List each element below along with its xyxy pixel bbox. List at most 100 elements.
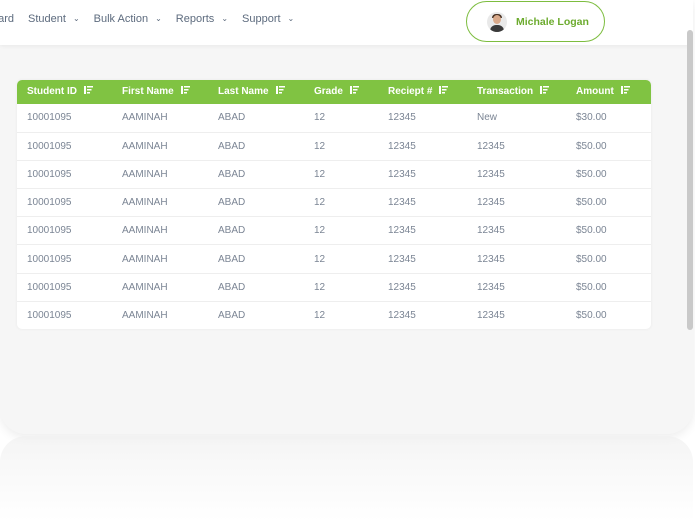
table-cell-grade: 12: [314, 253, 326, 265]
table-cell-last-name: ABAD: [218, 112, 246, 124]
column-header-transaction[interactable]: Transaction: [467, 80, 566, 104]
nav-item-support[interactable]: Support ⌄: [242, 13, 294, 25]
column-header-label: Student ID: [27, 86, 77, 98]
chevron-down-icon: ⌄: [155, 14, 162, 23]
table-body: 10001095 AAMINAH ABAD 12 12345 New $30.00 10001…: [17, 104, 651, 329]
chevron-down-icon: ⌄: [287, 14, 295, 23]
window-reflection: [0, 436, 693, 521]
nav-item-label: Reports: [175, 13, 215, 25]
table-row[interactable]: 10001095 AAMINAH ABAD 12 12345 12345 $50.00: [17, 301, 651, 329]
table-cell-amount: $50.00: [576, 310, 607, 322]
column-header-label: Transaction: [477, 86, 534, 98]
nav-item-label: Student: [28, 13, 66, 25]
chevron-down-icon: ⌄: [72, 14, 80, 23]
table-cell-last-name: ABAD: [218, 197, 246, 209]
table-cell-amount: $50.00: [576, 168, 607, 180]
table-row[interactable]: 10001095 AAMINAH ABAD 12 12345 12345 $50.00: [17, 245, 651, 274]
sort-icon[interactable]: [84, 86, 93, 97]
table-cell-student-id: 10001095: [27, 253, 72, 265]
table-cell-receipt: 12345: [388, 140, 416, 152]
nav-item-label: Support: [242, 13, 281, 25]
nav-item-dashboard[interactable]: oard: [0, 13, 14, 25]
table-cell-last-name: ABAD: [218, 225, 246, 237]
column-header-grade[interactable]: Grade: [304, 80, 378, 104]
avatar: [487, 11, 507, 32]
table-row[interactable]: 10001095 AAMINAH ABAD 12 12345 New $30.00: [17, 104, 651, 133]
table-row[interactable]: 10001095 AAMINAH ABAD 12 12345 12345 $50.00: [17, 189, 651, 217]
column-header-first-name[interactable]: First Name: [112, 80, 208, 104]
app-window: oard Student ⌄ Bulk Action ⌄ Reports ⌄ S…: [0, 0, 693, 434]
table-cell-grade: 12: [314, 197, 326, 209]
sort-icon[interactable]: [439, 86, 449, 97]
nav-item-label: Bulk Action: [93, 13, 149, 25]
table-row[interactable]: 10001095 AAMINAH ABAD 12 12345 12345 $50.00: [17, 160, 651, 189]
sort-icon[interactable]: [620, 86, 630, 97]
transactions-table-card: Student ID First Name Last Name Grade Reciep…: [17, 80, 651, 329]
nav-item-bulk-action[interactable]: Bulk Action ⌄: [94, 13, 162, 25]
table-cell-receipt: 12345: [388, 112, 416, 124]
table-cell-grade: 12: [314, 168, 326, 180]
column-header-label: Amount: [576, 86, 614, 98]
table-cell-grade: 12: [314, 310, 326, 322]
table-cell-student-id: 10001095: [27, 225, 72, 237]
column-header-label: Grade: [314, 86, 343, 98]
table-cell-student-id: 10001095: [27, 168, 72, 180]
table-cell-transaction: 12345: [477, 253, 505, 265]
table-cell-student-id: 10001095: [27, 112, 72, 124]
nav-item-reports[interactable]: Reports ⌄: [176, 13, 228, 25]
column-header-student-id[interactable]: Student ID: [17, 80, 112, 104]
table-cell-last-name: ABAD: [218, 310, 246, 322]
column-header-label: First Name: [122, 86, 174, 98]
table-cell-receipt: 12345: [388, 281, 416, 293]
table-cell-amount: $50.00: [576, 253, 607, 265]
table-cell-transaction: 12345: [477, 225, 505, 237]
table-cell-student-id: 10001095: [27, 281, 72, 293]
table-cell-student-id: 10001095: [27, 197, 72, 209]
table-cell-first-name: AAMINAH: [122, 112, 168, 124]
table-cell-first-name: AAMINAH: [122, 281, 168, 293]
table-cell-first-name: AAMINAH: [122, 225, 168, 237]
table-cell-amount: $50.00: [576, 140, 607, 152]
table-cell-amount: $50.00: [576, 225, 607, 237]
table-cell-first-name: AAMINAH: [122, 197, 168, 209]
vertical-scrollbar[interactable]: [687, 30, 693, 330]
column-header-amount[interactable]: Amount: [566, 80, 651, 104]
table-cell-receipt: 12345: [388, 225, 416, 237]
column-header-last-name[interactable]: Last Name: [208, 80, 304, 104]
column-header-label: Reciept #: [388, 86, 433, 98]
table-cell-last-name: ABAD: [218, 168, 246, 180]
table-cell-transaction: New: [477, 112, 498, 124]
sort-icon[interactable]: [349, 86, 359, 97]
table-cell-last-name: ABAD: [218, 140, 246, 152]
table-cell-last-name: ABAD: [218, 281, 246, 293]
table-cell-first-name: AAMINAH: [122, 140, 168, 152]
table-cell-transaction: 12345: [477, 168, 505, 180]
table-header-row: Student ID First Name Last Name Grade Reciep…: [17, 80, 651, 104]
sort-icon[interactable]: [540, 86, 550, 97]
table-row[interactable]: 10001095 AAMINAH ABAD 12 12345 12345 $50.00: [17, 217, 651, 245]
nav-item-label: oard: [0, 13, 15, 25]
table-cell-receipt: 12345: [388, 253, 416, 265]
table-row[interactable]: 10001095 AAMINAH ABAD 12 12345 12345 $50.00: [17, 273, 651, 302]
table-cell-student-id: 10001095: [27, 310, 72, 322]
user-menu-button[interactable]: Michale Logan: [466, 1, 605, 42]
nav-item-student[interactable]: Student ⌄: [28, 13, 80, 25]
column-header-receipt[interactable]: Reciept #: [378, 80, 467, 104]
table-cell-grade: 12: [314, 140, 326, 152]
table-cell-last-name: ABAD: [218, 253, 246, 265]
table-cell-receipt: 12345: [388, 168, 416, 180]
table-cell-first-name: AAMINAH: [122, 310, 168, 322]
table-cell-amount: $50.00: [576, 197, 607, 209]
table-cell-first-name: AAMINAH: [122, 253, 168, 265]
column-header-label: Last Name: [218, 86, 269, 98]
table-cell-grade: 12: [314, 225, 326, 237]
user-name: Michale Logan: [516, 15, 589, 28]
table-row[interactable]: 10001095 AAMINAH ABAD 12 12345 12345 $50.00: [17, 132, 651, 161]
sort-icon[interactable]: [180, 86, 190, 97]
table-cell-transaction: 12345: [477, 310, 505, 322]
chevron-down-icon: ⌄: [221, 14, 229, 23]
table-cell-transaction: 12345: [477, 197, 505, 209]
table-cell-amount: $50.00: [576, 281, 607, 293]
sort-icon[interactable]: [275, 86, 285, 97]
transactions-table: Student ID First Name Last Name Grade Reciep…: [17, 80, 651, 329]
